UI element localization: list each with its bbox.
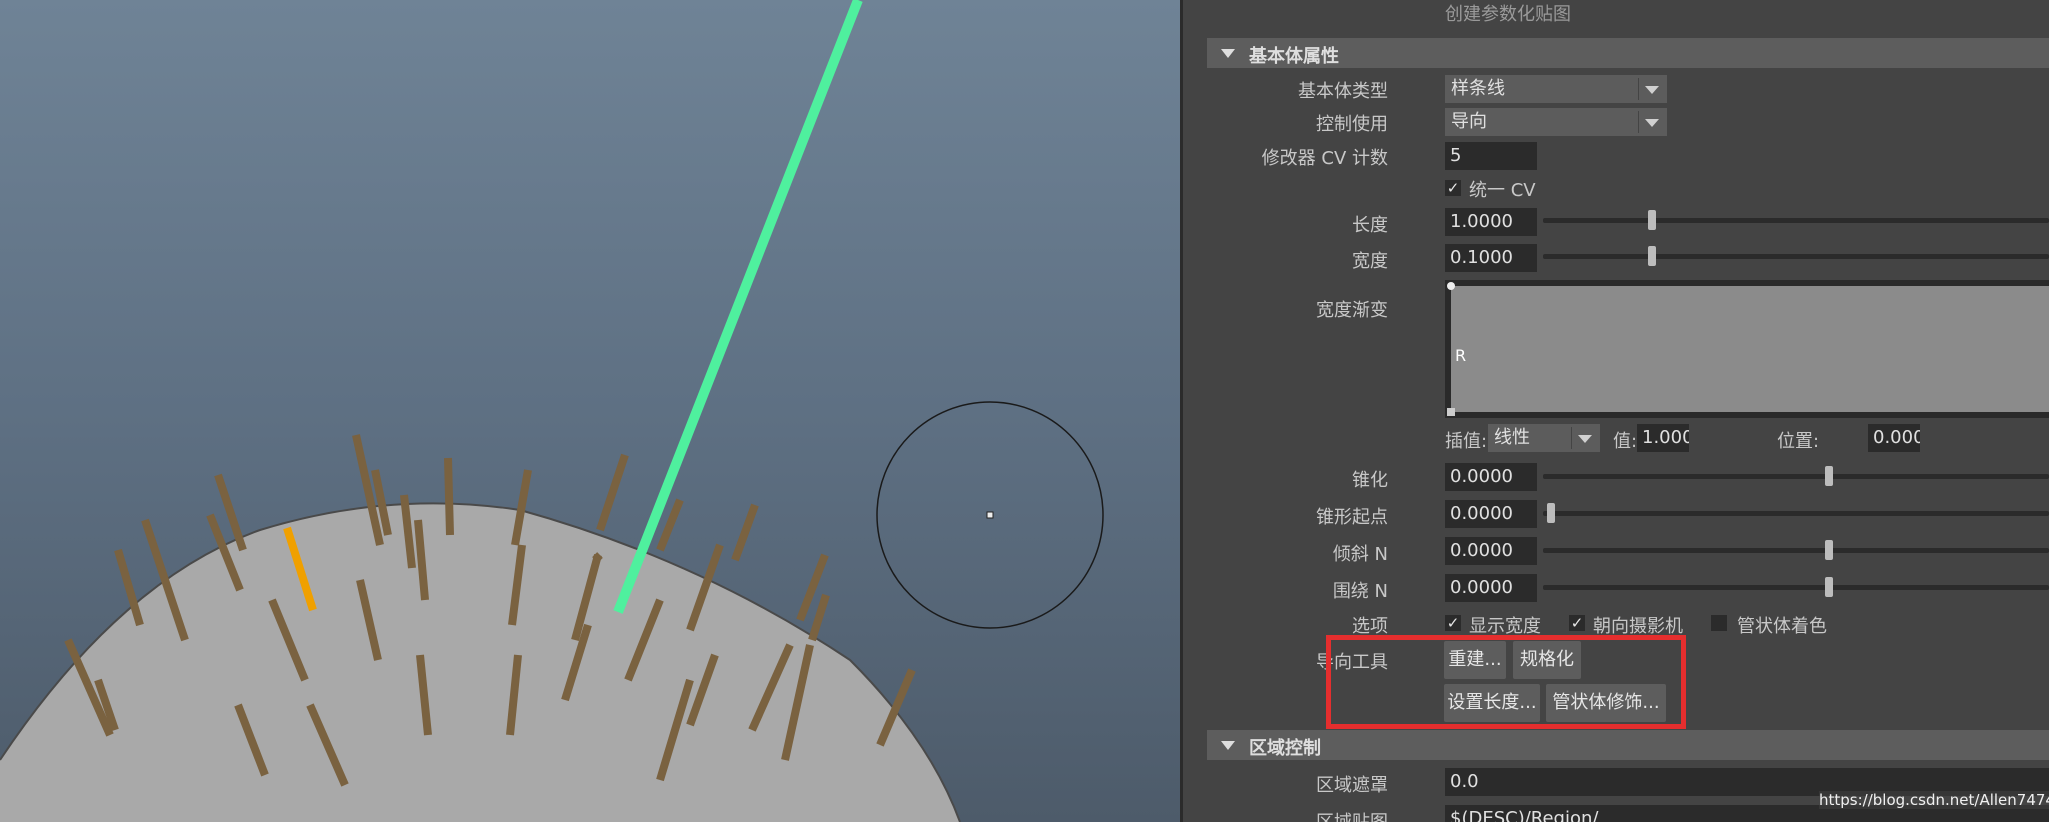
primitive-type-label: 基本体类型 bbox=[1298, 81, 1388, 102]
length-input[interactable]: 1.0000 bbox=[1445, 208, 1537, 236]
ramp-position-input[interactable]: 0.000 bbox=[1868, 424, 1920, 452]
twist-n-slider-handle[interactable] bbox=[1825, 577, 1833, 597]
length-slider[interactable] bbox=[1543, 218, 2049, 223]
twist-n-slider[interactable] bbox=[1543, 585, 2049, 590]
face-camera-checkbox[interactable]: ✓ bbox=[1569, 615, 1585, 631]
modifier-cv-label: 修改器 CV 计数 bbox=[1261, 148, 1388, 169]
collapse-triangle-icon bbox=[1221, 741, 1235, 750]
taper-input[interactable]: 0.0000 bbox=[1445, 463, 1537, 491]
taper-start-label: 锥形起点 bbox=[1316, 507, 1388, 528]
sphere-surface bbox=[0, 503, 960, 822]
taper-start-input[interactable]: 0.0000 bbox=[1445, 500, 1537, 528]
collapse-triangle-icon bbox=[1221, 49, 1235, 58]
ramp-top-point[interactable] bbox=[1447, 282, 1455, 290]
ramp-bottom-point[interactable] bbox=[1447, 408, 1455, 416]
width-label: 宽度 bbox=[1352, 251, 1388, 272]
chevron-down-icon bbox=[1645, 119, 1659, 127]
interp-label: 插值: bbox=[1445, 431, 1488, 452]
width-ramp-frame: R bbox=[1445, 280, 2049, 418]
twist-n-label: 围绕 N bbox=[1332, 581, 1388, 602]
tube-shade-label: 管状体着色 bbox=[1737, 616, 1827, 637]
3d-viewport[interactable] bbox=[0, 0, 1180, 822]
ramp-value-input[interactable]: 1.000 bbox=[1637, 424, 1689, 452]
section-title: 区域控制 bbox=[1249, 738, 1321, 759]
primitive-type-value: 样条线 bbox=[1451, 78, 1505, 99]
taper-start-slider-handle[interactable] bbox=[1547, 503, 1555, 523]
length-slider-handle[interactable] bbox=[1648, 210, 1656, 230]
control-use-label: 控制使用 bbox=[1316, 114, 1388, 135]
interp-dropdown[interactable]: 线性 bbox=[1488, 424, 1600, 452]
modifier-cv-input[interactable]: 5 bbox=[1445, 142, 1537, 170]
uniform-cv-checkbox[interactable]: ✓ bbox=[1445, 180, 1461, 196]
section-region-control[interactable]: 区域控制 bbox=[1207, 730, 2049, 760]
ramp-marker-label: R bbox=[1455, 346, 1467, 365]
taper-slider-handle[interactable] bbox=[1825, 466, 1833, 486]
interp-value: 线性 bbox=[1494, 427, 1530, 448]
control-use-value: 导向 bbox=[1451, 111, 1487, 132]
width-ramp-label: 宽度渐变 bbox=[1316, 300, 1388, 321]
section-base-attributes[interactable]: 基本体属性 bbox=[1207, 38, 2049, 68]
tilt-n-slider-handle[interactable] bbox=[1825, 540, 1833, 560]
region-map-label: 区域贴图 bbox=[1183, 808, 1388, 822]
tilt-n-slider[interactable] bbox=[1543, 548, 2049, 553]
tilt-n-input[interactable]: 0.0000 bbox=[1445, 537, 1537, 565]
chevron-down-icon bbox=[1578, 435, 1592, 443]
highlight-box bbox=[1326, 635, 1686, 729]
width-slider[interactable] bbox=[1543, 254, 2049, 259]
attribute-editor-panel: 创建参数化贴图 基本体属性 基本体类型 样条线 控制使用 导向 修改器 CV 计… bbox=[1183, 0, 2049, 822]
ramp-position-label: 位置: bbox=[1777, 431, 1820, 452]
tilt-n-label: 倾斜 N bbox=[1332, 544, 1388, 565]
width-ramp-graph[interactable]: R bbox=[1451, 286, 2049, 412]
create-param-map-button[interactable]: 创建参数化贴图 bbox=[1445, 0, 1571, 26]
length-label: 长度 bbox=[1352, 215, 1388, 236]
taper-slider[interactable] bbox=[1543, 474, 2049, 479]
region-mask-label: 区域遮罩 bbox=[1316, 775, 1388, 796]
twist-n-input[interactable]: 0.0000 bbox=[1445, 574, 1537, 602]
show-width-checkbox[interactable]: ✓ bbox=[1445, 615, 1461, 631]
watermark: https://blog.csdn.net/Allen7474 bbox=[1819, 791, 2049, 809]
width-input[interactable]: 0.1000 bbox=[1445, 244, 1537, 272]
taper-start-slider[interactable] bbox=[1543, 511, 2049, 516]
chevron-down-icon bbox=[1645, 86, 1659, 94]
uniform-cv-label: 统一 CV bbox=[1469, 180, 1536, 201]
taper-label: 锥化 bbox=[1352, 470, 1388, 491]
control-use-dropdown[interactable]: 导向 bbox=[1445, 108, 1667, 136]
width-slider-handle[interactable] bbox=[1648, 246, 1656, 266]
guide-curve bbox=[613, 0, 863, 614]
section-title: 基本体属性 bbox=[1249, 46, 1339, 67]
tube-shade-checkbox[interactable] bbox=[1711, 615, 1727, 631]
viewport-canvas[interactable] bbox=[0, 0, 1180, 822]
ramp-value-label: 值: bbox=[1613, 431, 1638, 452]
primitive-type-dropdown[interactable]: 样条线 bbox=[1445, 75, 1667, 103]
brush-center bbox=[986, 511, 994, 519]
